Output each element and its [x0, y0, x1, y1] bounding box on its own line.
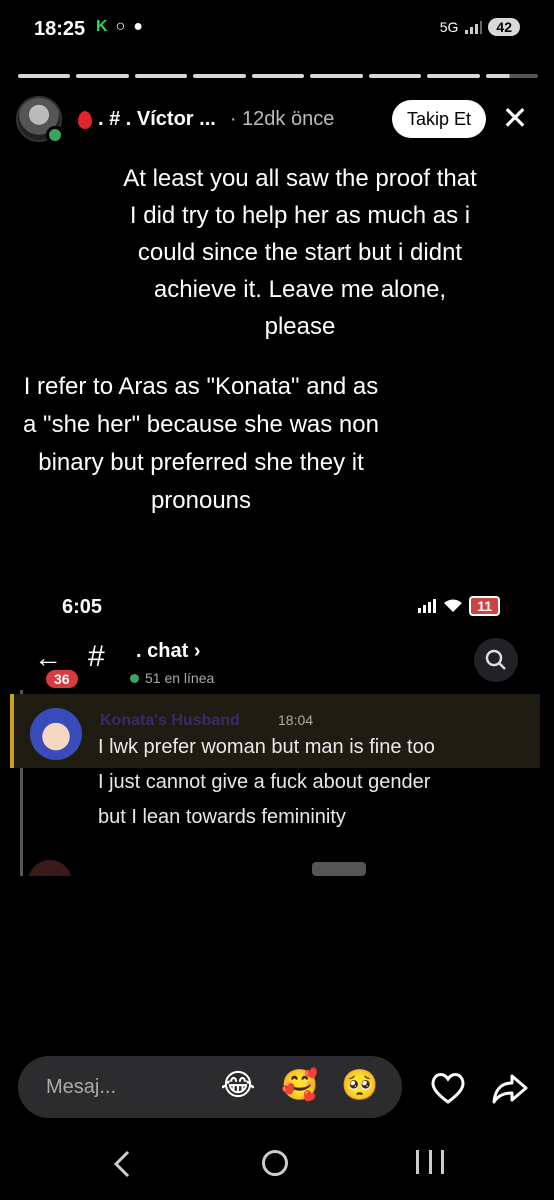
love-emoji-button[interactable]: 🥰 [280, 1068, 320, 1108]
username-text: . # . Víctor ... [98, 108, 216, 130]
progress-segment [76, 74, 129, 78]
signal-icon [465, 21, 483, 34]
message-line: I just cannot give a fuck about gender [98, 771, 431, 793]
blood-drop-icon [78, 110, 92, 129]
status-bar: 18:25 K ○ ● 5G 42 [0, 14, 554, 46]
signal-icon [418, 599, 437, 613]
nav-home-icon[interactable] [262, 1150, 288, 1176]
progress-segment [310, 74, 363, 78]
progress-segment [427, 74, 480, 78]
follow-button[interactable]: Takip Et [392, 100, 486, 138]
dot-icon: ● [133, 18, 143, 35]
story-username[interactable]: . # . Víctor ... · 12dk önce [78, 108, 334, 131]
nav-recents-icon[interactable] [416, 1150, 444, 1174]
embedded-time: 6:05 [62, 596, 103, 618]
search-icon [485, 649, 506, 670]
avatar[interactable] [16, 96, 64, 144]
status-time: 18:25 [34, 18, 86, 40]
embedded-battery: 11 [469, 596, 500, 616]
share-icon[interactable] [490, 1068, 530, 1108]
laughing-emoji-button[interactable]: 😂 [218, 1068, 258, 1108]
channel-name[interactable]: . chat › [136, 640, 200, 663]
status-left-icons: K ○ ● [96, 18, 143, 36]
pleading-emoji-button[interactable]: 🥺 [340, 1068, 380, 1108]
story-caption-top: At least you all saw the proof that I di… [123, 165, 477, 340]
heart-icon[interactable] [428, 1068, 468, 1108]
message-input[interactable] [46, 1074, 206, 1100]
embedded-status-right: 11 [417, 596, 500, 616]
next-message-cutoff [24, 858, 534, 876]
story-caption-bottom: I refer to Aras as "Konata" and as a "sh… [23, 373, 379, 514]
hashtag-icon: # [88, 640, 105, 673]
online-status-icon [46, 126, 64, 144]
network-label: 5G [439, 19, 459, 35]
role-tag [312, 862, 366, 876]
progress-segment [193, 74, 246, 78]
circle-icon: ○ [115, 18, 126, 35]
k-app-icon: K [96, 18, 108, 35]
message-avatar [28, 860, 72, 876]
progress-segment [251, 74, 305, 78]
status-right: 5G 42 [440, 18, 520, 36]
chat-header: ← 36 # . chat › 51 en línea [0, 636, 554, 692]
story-header: . # . Víctor ... · 12dk önce Takip Et ✕ [16, 96, 540, 146]
progress-segment [368, 74, 422, 78]
close-icon[interactable]: ✕ [498, 102, 532, 136]
embedded-status-bar: 6:05 11 [0, 592, 554, 622]
story-timestamp: · 12dk önce [229, 108, 335, 130]
online-count: 51 en línea [130, 670, 214, 686]
wifi-icon [444, 599, 463, 612]
progress-segment [134, 74, 188, 78]
online-dot-icon [130, 673, 139, 683]
message-composer: 😂 🥰 🥺 [18, 1056, 402, 1118]
message-author[interactable]: Konata's Husband [100, 712, 240, 730]
message-line: but I lean towards femininity [98, 806, 346, 828]
nav-back-icon[interactable] [110, 1144, 132, 1184]
message-avatar[interactable] [30, 708, 82, 760]
battery-indicator: 42 [488, 18, 520, 36]
search-button[interactable] [474, 638, 518, 682]
unread-badge: 36 [46, 670, 78, 688]
progress-segment-current [485, 74, 538, 78]
message-line: I lwk prefer woman but man is fine too [98, 736, 435, 758]
message-time: 18:04 [278, 712, 314, 728]
system-navbar [0, 1140, 554, 1190]
story-progress [18, 74, 538, 80]
progress-segment [18, 74, 71, 78]
